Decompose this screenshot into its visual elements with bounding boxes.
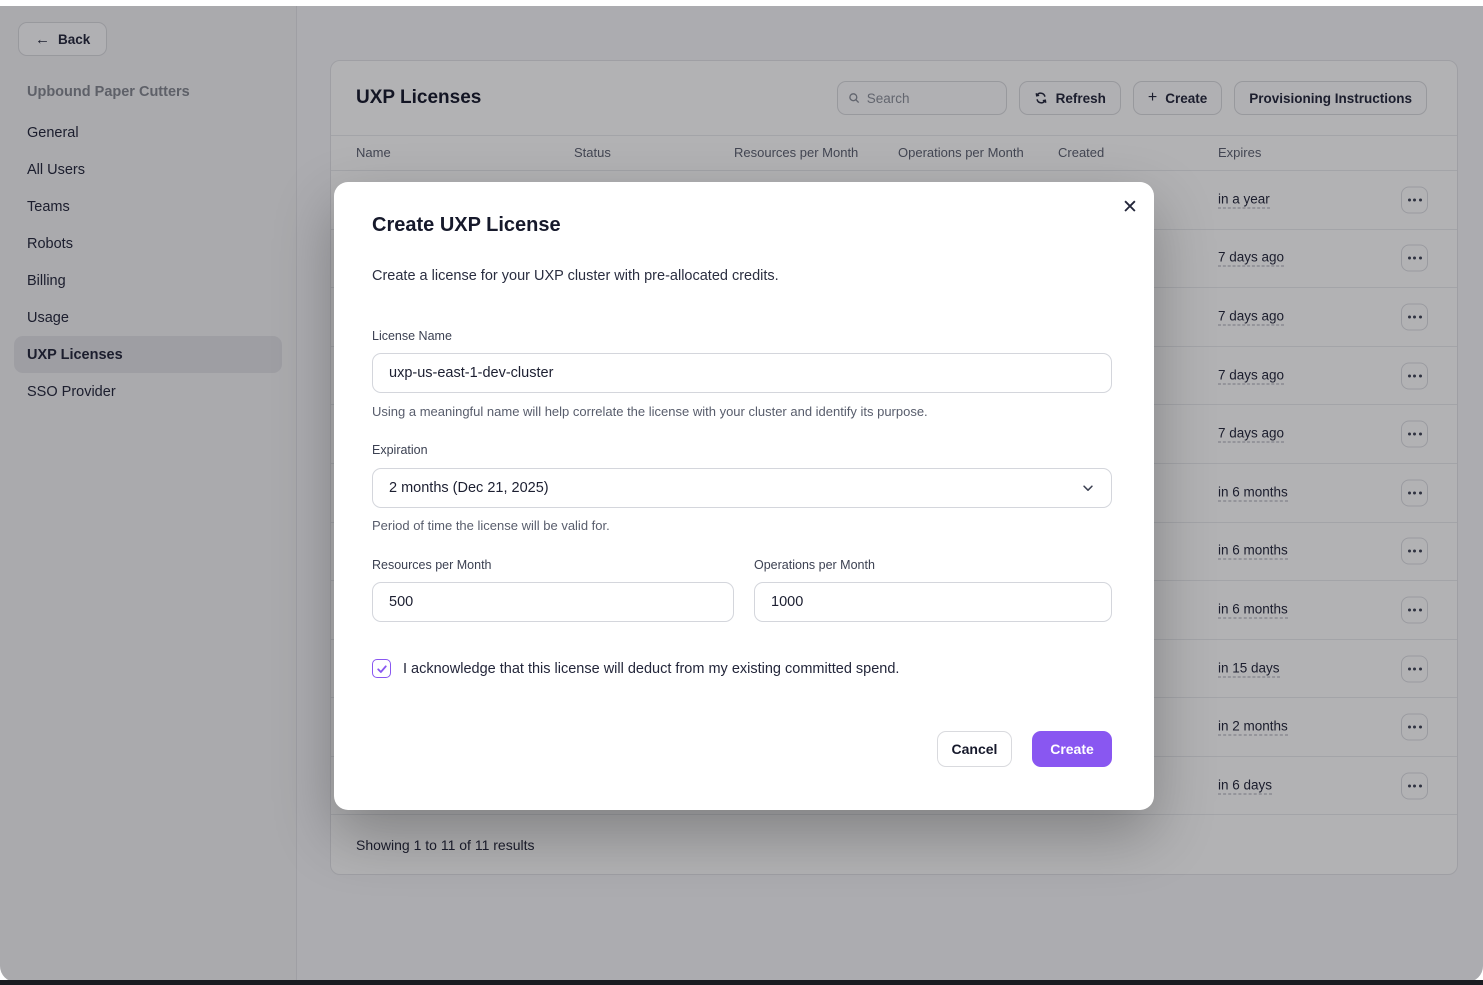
- cancel-button[interactable]: Cancel: [937, 731, 1012, 767]
- operations-field[interactable]: [754, 582, 1112, 622]
- close-icon: ✕: [1122, 197, 1138, 218]
- expiration-help: Period of time the license will be valid…: [372, 518, 610, 533]
- expiration-value: 2 months (Dec 21, 2025): [389, 480, 549, 496]
- operations-label: Operations per Month: [754, 558, 875, 572]
- modal-subtitle: Create a license for your UXP cluster wi…: [372, 268, 779, 284]
- license-name-help: Using a meaningful name will help correl…: [372, 404, 928, 419]
- expiration-label: Expiration: [372, 443, 428, 457]
- acknowledge-checkbox[interactable]: [372, 659, 391, 678]
- expiration-select[interactable]: 2 months (Dec 21, 2025): [372, 468, 1112, 508]
- resources-label: Resources per Month: [372, 558, 492, 572]
- resources-field[interactable]: [372, 582, 734, 622]
- chevron-down-icon: [1081, 481, 1095, 495]
- close-button[interactable]: ✕: [1116, 194, 1144, 222]
- check-icon: [376, 663, 388, 675]
- license-name-field[interactable]: [372, 353, 1112, 393]
- acknowledge-label: I acknowledge that this license will ded…: [403, 661, 899, 677]
- license-name-label: License Name: [372, 329, 452, 343]
- create-license-modal: ✕ Create UXP License Create a license fo…: [334, 182, 1154, 810]
- modal-title: Create UXP License: [372, 214, 561, 237]
- modal-create-button[interactable]: Create: [1032, 731, 1112, 767]
- acknowledge-row[interactable]: I acknowledge that this license will ded…: [372, 659, 899, 678]
- window-bottom-edge: [0, 980, 1483, 985]
